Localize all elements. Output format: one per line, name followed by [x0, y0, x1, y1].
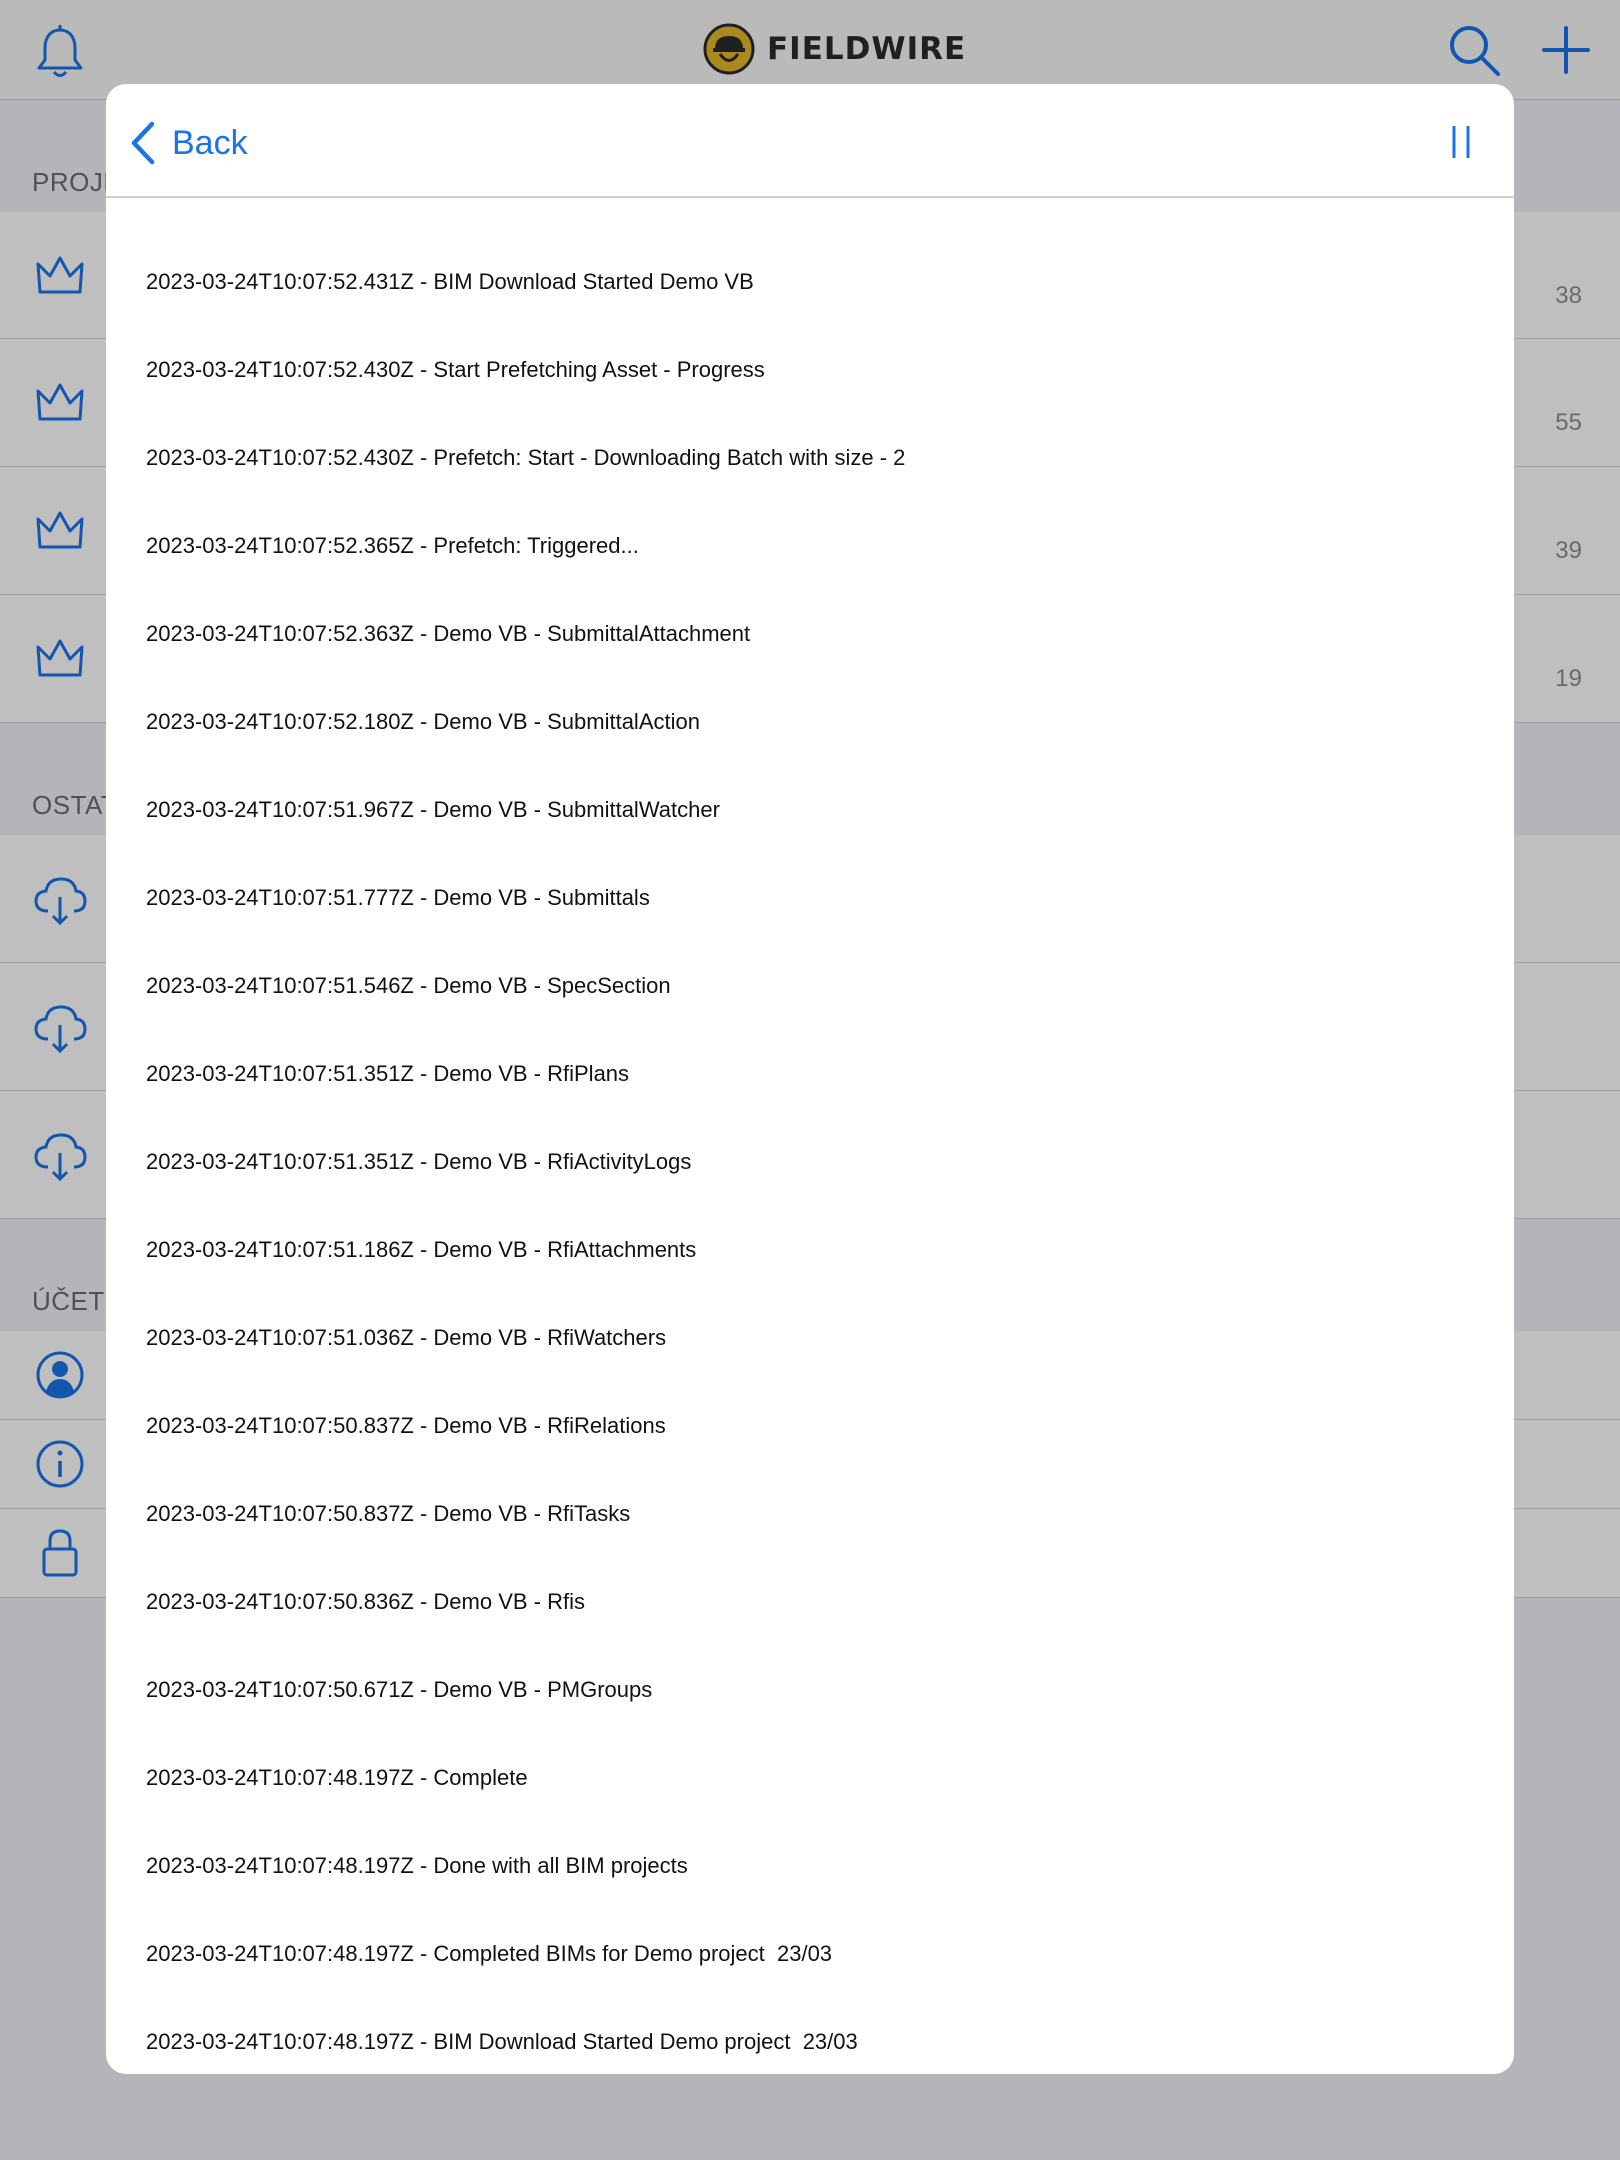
modal-header: Back: [106, 84, 1514, 198]
log-entry: 2023-03-24T10:07:52.363Z - Demo VB - Sub…: [146, 621, 751, 646]
log-list[interactable]: 2023-03-24T10:07:52.431Z - BIM Download …: [106, 198, 1514, 2074]
log-entry: 2023-03-24T10:07:50.837Z - Demo VB - Rfi…: [146, 1501, 631, 1526]
log-entry: 2023-03-24T10:07:48.197Z - BIM Download …: [146, 2029, 858, 2054]
log-entry: 2023-03-24T10:07:52.431Z - BIM Download …: [146, 269, 754, 294]
log-entry: 2023-03-24T10:07:51.186Z - Demo VB - Rfi…: [146, 1237, 697, 1262]
back-label: Back: [172, 123, 248, 162]
log-entry: 2023-03-24T10:07:51.036Z - Demo VB - Rfi…: [146, 1325, 667, 1350]
log-entry: 2023-03-24T10:07:52.430Z - Prefetch: Sta…: [146, 445, 906, 470]
log-entry: 2023-03-24T10:07:51.967Z - Demo VB - Sub…: [146, 797, 720, 822]
log-entry: 2023-03-24T10:07:48.197Z - Complete: [146, 1765, 528, 1790]
log-entry: 2023-03-24T10:07:50.837Z - Demo VB - Rfi…: [146, 1413, 666, 1438]
log-entry: 2023-03-24T10:07:48.197Z - Completed BIM…: [146, 1941, 833, 1966]
log-entry: 2023-03-24T10:07:52.430Z - Start Prefetc…: [146, 357, 765, 382]
log-entry: 2023-03-24T10:07:52.365Z - Prefetch: Tri…: [146, 533, 639, 558]
log-entry: 2023-03-24T10:07:50.671Z - Demo VB - PMG…: [146, 1677, 653, 1702]
back-button[interactable]: Back: [128, 118, 248, 168]
log-entry: 2023-03-24T10:07:51.546Z - Demo VB - Spe…: [146, 973, 671, 998]
log-entry: 2023-03-24T10:07:48.197Z - Done with all…: [146, 1853, 688, 1878]
log-entry: 2023-03-24T10:07:52.180Z - Demo VB - Sub…: [146, 709, 700, 734]
chevron-left-icon: [131, 121, 155, 165]
log-entry: 2023-03-24T10:07:51.777Z - Demo VB - Sub…: [146, 885, 650, 910]
pause-icon[interactable]: [1446, 122, 1476, 162]
log-entry: 2023-03-24T10:07:50.836Z - Demo VB - Rfi…: [146, 1589, 586, 1614]
log-modal: Back 2023-03-24T10:07:52.431Z - BIM Down…: [106, 84, 1514, 2074]
log-entry: 2023-03-24T10:07:51.351Z - Demo VB - Rfi…: [146, 1061, 630, 1086]
log-entry: 2023-03-24T10:07:51.351Z - Demo VB - Rfi…: [146, 1149, 692, 1174]
